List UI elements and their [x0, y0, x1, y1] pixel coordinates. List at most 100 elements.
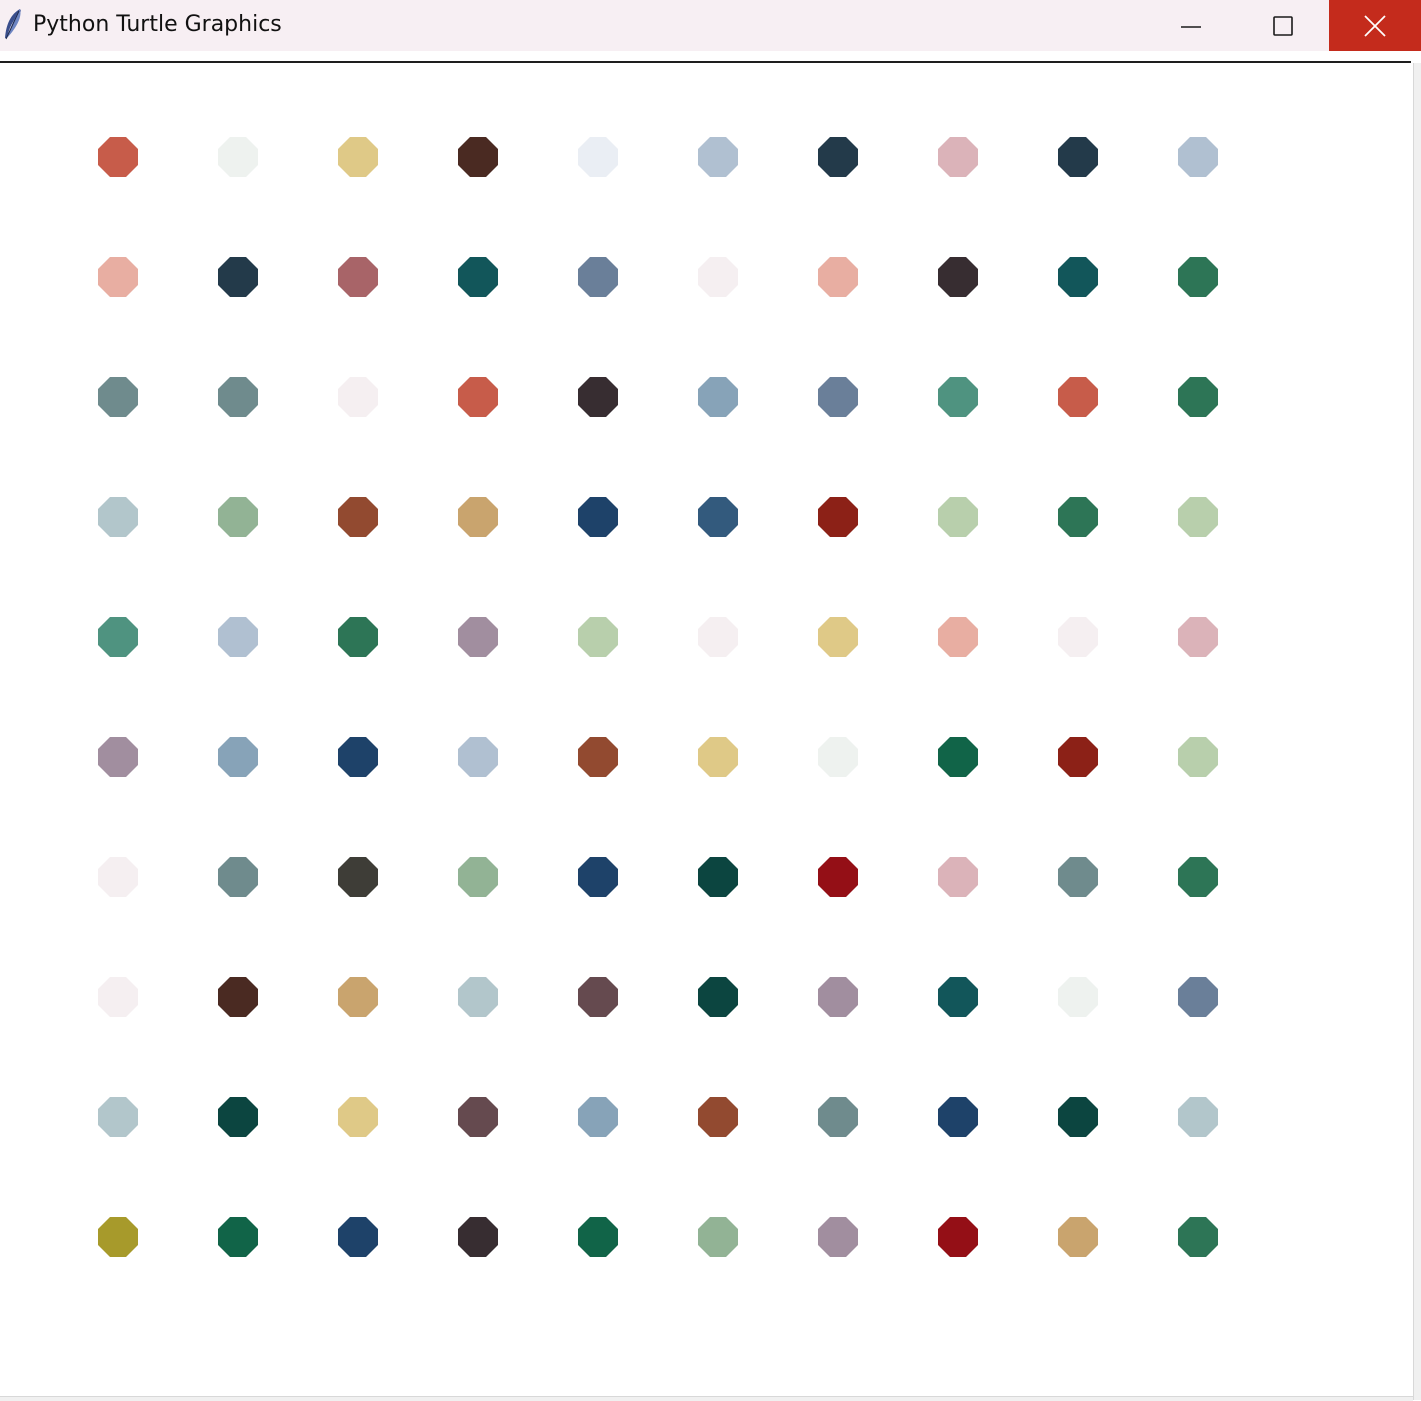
dot [98, 257, 138, 297]
dot [218, 857, 258, 897]
close-button[interactable] [1329, 0, 1421, 51]
dot [578, 377, 618, 417]
dot [218, 377, 258, 417]
dot [98, 857, 138, 897]
dot [458, 737, 498, 777]
maximize-icon [1273, 15, 1293, 36]
dot [1178, 1217, 1218, 1257]
dot [938, 257, 978, 297]
dot [98, 977, 138, 1017]
dot [1178, 857, 1218, 897]
dot [698, 617, 738, 657]
dot [818, 377, 858, 417]
dot [458, 257, 498, 297]
minimize-icon [1181, 25, 1201, 28]
dot [938, 737, 978, 777]
dot [338, 857, 378, 897]
dot-grid [0, 63, 1411, 1396]
dot [218, 977, 258, 1017]
dot [98, 617, 138, 657]
turtle-window: Python Turtle Graphics [0, 0, 1421, 1401]
dot [1058, 497, 1098, 537]
dot [938, 977, 978, 1017]
dot [458, 377, 498, 417]
dot [578, 497, 618, 537]
dot [818, 857, 858, 897]
dot [578, 1097, 618, 1137]
dot [938, 857, 978, 897]
dot [938, 617, 978, 657]
dot [338, 257, 378, 297]
dot [458, 1217, 498, 1257]
dot [698, 497, 738, 537]
dot [338, 377, 378, 417]
dot [1178, 497, 1218, 537]
dot [338, 497, 378, 537]
dot [1178, 737, 1218, 777]
minimize-button[interactable] [1145, 0, 1237, 51]
dot [98, 1217, 138, 1257]
dot [698, 977, 738, 1017]
dot [698, 1217, 738, 1257]
dot [1058, 737, 1098, 777]
dot [1178, 617, 1218, 657]
title-bar[interactable]: Python Turtle Graphics [0, 0, 1421, 51]
dot [1058, 257, 1098, 297]
dot [818, 1097, 858, 1137]
dot [338, 617, 378, 657]
dot [818, 497, 858, 537]
dot [338, 1097, 378, 1137]
dot [578, 857, 618, 897]
dot [218, 497, 258, 537]
dot [98, 737, 138, 777]
dot [938, 377, 978, 417]
dot [1058, 857, 1098, 897]
dot [1058, 1097, 1098, 1137]
dot [338, 977, 378, 1017]
dot [98, 137, 138, 177]
dot [218, 737, 258, 777]
dot [98, 1097, 138, 1137]
dot [458, 617, 498, 657]
dot [938, 1097, 978, 1137]
dot [818, 737, 858, 777]
dot [1058, 617, 1098, 657]
dot [458, 137, 498, 177]
dot [578, 137, 618, 177]
turtle-canvas[interactable] [0, 63, 1411, 1396]
dot [698, 737, 738, 777]
dot [458, 977, 498, 1017]
dot [98, 377, 138, 417]
dot [1058, 1217, 1098, 1257]
dot [938, 497, 978, 537]
dot [818, 977, 858, 1017]
dot [1178, 377, 1218, 417]
vertical-scrollbar[interactable] [1413, 63, 1421, 1400]
dot [1178, 1097, 1218, 1137]
dot [698, 257, 738, 297]
dot [818, 1217, 858, 1257]
dot [698, 857, 738, 897]
dot [578, 257, 618, 297]
dot [338, 137, 378, 177]
dot [1178, 137, 1218, 177]
dot [218, 137, 258, 177]
dot [338, 737, 378, 777]
dot [818, 617, 858, 657]
close-icon [1364, 14, 1386, 37]
dot [458, 857, 498, 897]
dot [1058, 977, 1098, 1017]
dot [698, 1097, 738, 1137]
dot [338, 1217, 378, 1257]
dot [698, 377, 738, 417]
dot [938, 137, 978, 177]
dot [458, 1097, 498, 1137]
dot [698, 137, 738, 177]
dot [1058, 137, 1098, 177]
dot [218, 257, 258, 297]
dot [578, 1217, 618, 1257]
horizontal-scrollbar[interactable] [0, 1396, 1413, 1401]
dot [218, 617, 258, 657]
dot [1178, 977, 1218, 1017]
maximize-button[interactable] [1237, 0, 1329, 51]
